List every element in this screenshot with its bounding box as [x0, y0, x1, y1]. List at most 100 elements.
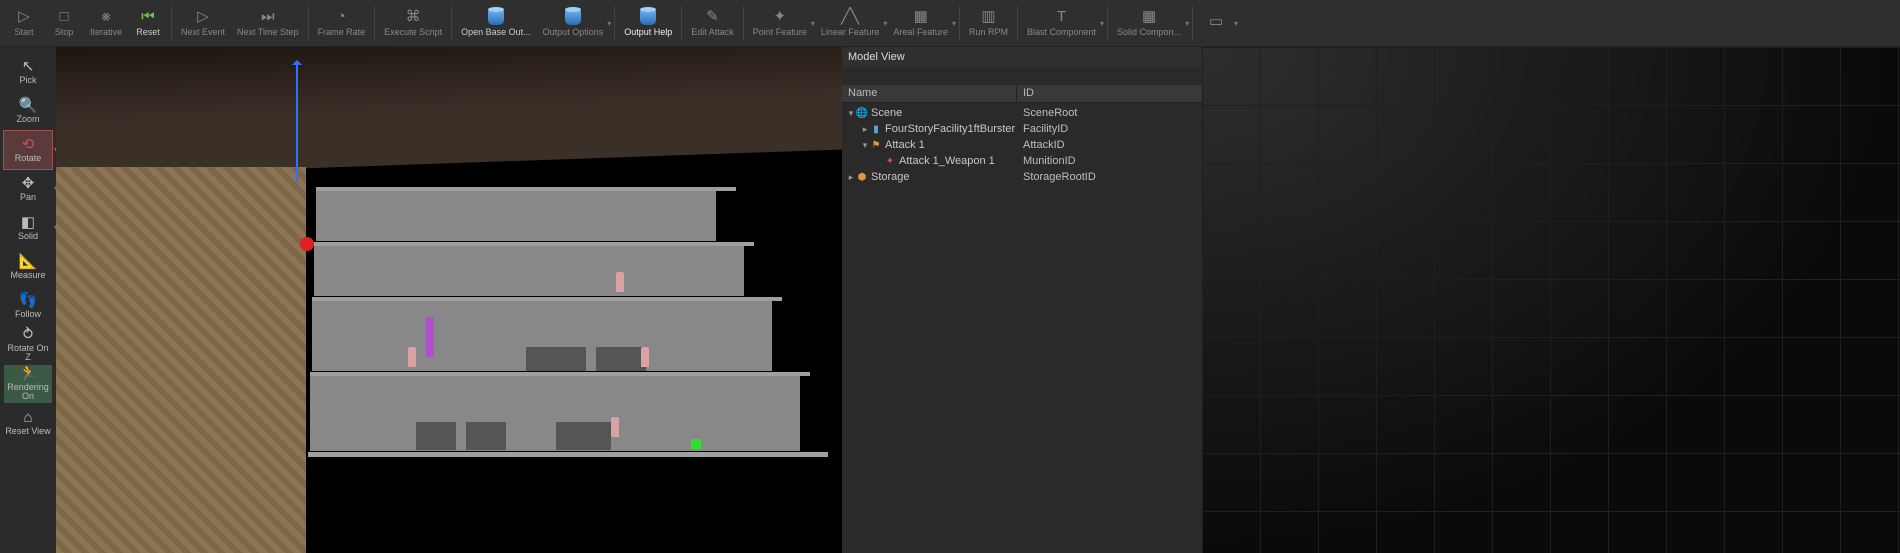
play-icon: ▷	[18, 8, 30, 26]
reset-view-label: Reset View	[5, 427, 50, 436]
node-name: Scene	[871, 107, 902, 119]
chevron-down-icon[interactable]: ▾	[607, 19, 611, 28]
pick-tool[interactable]: ↖Pick	[4, 53, 52, 91]
reset-label: Reset	[136, 28, 160, 38]
pick-label: Pick	[19, 76, 36, 85]
point-feature-button[interactable]: ✦Point Feature	[747, 2, 813, 44]
point-label: Point Feature	[753, 28, 807, 38]
person-run-icon: 🏃	[19, 366, 38, 382]
measure-label: Measure	[10, 271, 45, 280]
panel-title: Model View	[842, 47, 1202, 67]
edit-icon: ✎	[706, 8, 719, 26]
tree-row[interactable]: ▾🌐SceneSceneRoot	[842, 105, 1202, 121]
rendering-toggle[interactable]: 🏃Rendering On	[4, 365, 52, 403]
tree-row[interactable]: ✦Attack 1_Weapon 1MunitionID	[842, 153, 1202, 169]
person-figure	[641, 347, 649, 367]
output-help-label: Output Help	[624, 28, 672, 38]
next-event-button[interactable]: ▷Next Event	[175, 2, 231, 44]
measure-tool[interactable]: 📐Measure	[4, 248, 52, 286]
rewind-icon: ⏮	[141, 8, 155, 26]
magnifier-icon: 🔍	[19, 98, 38, 114]
output-opts-label: Output Options	[543, 28, 604, 38]
open-base-button[interactable]: Open Base Out...	[455, 2, 537, 44]
chevron-down-icon[interactable]: ▾	[952, 19, 956, 28]
zoom-tool[interactable]: 🔍Zoom	[4, 92, 52, 130]
move-icon: ✥	[22, 176, 35, 192]
node-icon: ▮	[870, 123, 882, 135]
rotate-tool[interactable]: ⟲Rotate▾	[4, 131, 52, 169]
chevron-down-icon[interactable]: ▾	[1234, 19, 1238, 28]
output-help-button[interactable]: Output Help	[618, 2, 678, 44]
background-grid	[1202, 47, 1900, 553]
areal-feature-button[interactable]: ▦Areal Feature	[887, 2, 954, 44]
node-id: SceneRoot	[1017, 107, 1202, 119]
separator	[1192, 6, 1193, 40]
expand-toggle-icon[interactable]: ▸	[860, 124, 870, 135]
terrain-surface	[56, 47, 842, 177]
edit-attack-button[interactable]: ✎Edit Attack	[685, 2, 740, 44]
start-label: Start	[14, 28, 33, 38]
chevron-down-icon[interactable]: ▾	[1100, 19, 1104, 28]
expand-toggle-icon[interactable]: ▸	[846, 172, 856, 183]
crate	[416, 422, 456, 450]
node-id: MunitionID	[1017, 155, 1202, 167]
marker-green	[691, 439, 701, 449]
tree-row[interactable]: ▸⬢Storage StorageRootID	[842, 169, 1202, 185]
tree-header: Name ID	[842, 85, 1202, 103]
col-id-header[interactable]: ID	[1017, 85, 1202, 102]
tree-row[interactable]: ▸▮FourStoryFacility1ftBursterFacilityID	[842, 121, 1202, 137]
node-name: Attack 1_Weapon 1	[899, 155, 995, 167]
node-icon: ⬢	[856, 171, 868, 183]
solid-tool[interactable]: ◧Solid▾	[4, 209, 52, 247]
pan-tool[interactable]: ✥Pan▾	[4, 170, 52, 208]
chevron-down-icon[interactable]: ▾	[1185, 19, 1189, 28]
follow-tool[interactable]: 👣Follow	[4, 287, 52, 325]
crate	[526, 347, 586, 371]
rotate-z-tool[interactable]: ⥁Rotate On Z	[4, 326, 52, 364]
reset-view-tool[interactable]: ⌂Reset View	[4, 404, 52, 442]
expand-toggle-icon[interactable]: ▾	[860, 140, 870, 151]
crate	[596, 347, 646, 371]
rendering-label: Rendering On	[4, 383, 52, 402]
start-button[interactable]: ▷ Start	[4, 2, 44, 44]
grid-icon: ▦	[1142, 8, 1156, 26]
person-figure	[611, 417, 619, 437]
rotate-icon: ⟲	[22, 137, 35, 153]
output-options-button[interactable]: Output Options	[537, 2, 610, 44]
node-name: FourStoryFacility1ftBurster	[885, 123, 1015, 135]
separator	[743, 6, 744, 40]
chart-icon: ▥	[981, 8, 995, 26]
separator	[308, 6, 309, 40]
run-rpm-button[interactable]: ▥Run RPM	[963, 2, 1014, 44]
separator	[1017, 6, 1018, 40]
node-name: Storage	[871, 171, 910, 183]
solid-label: Solid	[18, 232, 38, 241]
extra-button[interactable]: ▭	[1196, 2, 1236, 44]
person-figure	[616, 272, 624, 292]
stop-button[interactable]: □Stop	[44, 2, 84, 44]
node-id: AttackID	[1017, 139, 1202, 151]
exec-script-label: Execute Script	[384, 28, 442, 38]
node-id: StorageRootID	[1017, 171, 1202, 183]
script-icon: ⌘	[406, 8, 421, 26]
col-name-header[interactable]: Name	[842, 85, 1017, 102]
iterative-button[interactable]: ⨳Iterative	[84, 2, 128, 44]
scene-tree[interactable]: ▾🌐SceneSceneRoot▸▮FourStoryFacility1ftBu…	[842, 103, 1202, 187]
road-icon: ╱╲	[841, 8, 859, 26]
reset-button[interactable]: ⏮ Reset	[128, 2, 168, 44]
areal-label: Areal Feature	[893, 28, 948, 38]
solid-comp-button[interactable]: ▦Solid Compon...	[1111, 2, 1187, 44]
tree-row[interactable]: ▾⚑Attack 1AttackID	[842, 137, 1202, 153]
node-name: Attack 1	[885, 139, 925, 151]
expand-toggle-icon[interactable]: ▾	[846, 108, 856, 119]
next-step-button[interactable]: ⏭Next Time Step	[231, 2, 305, 44]
crate	[466, 422, 506, 450]
viewport-3d[interactable]	[56, 47, 842, 553]
linear-feature-button[interactable]: ╱╲Linear Feature	[815, 2, 886, 44]
exec-script-button[interactable]: ⌘ Execute Script	[378, 2, 448, 44]
rotate-z-label: Rotate On Z	[4, 344, 52, 363]
attack-marker	[300, 237, 314, 251]
blast-comp-button[interactable]: TBlast Component	[1021, 2, 1102, 44]
next-event-label: Next Event	[181, 28, 225, 38]
frame-rate-button[interactable]: ◔Frame Rate	[312, 2, 372, 44]
